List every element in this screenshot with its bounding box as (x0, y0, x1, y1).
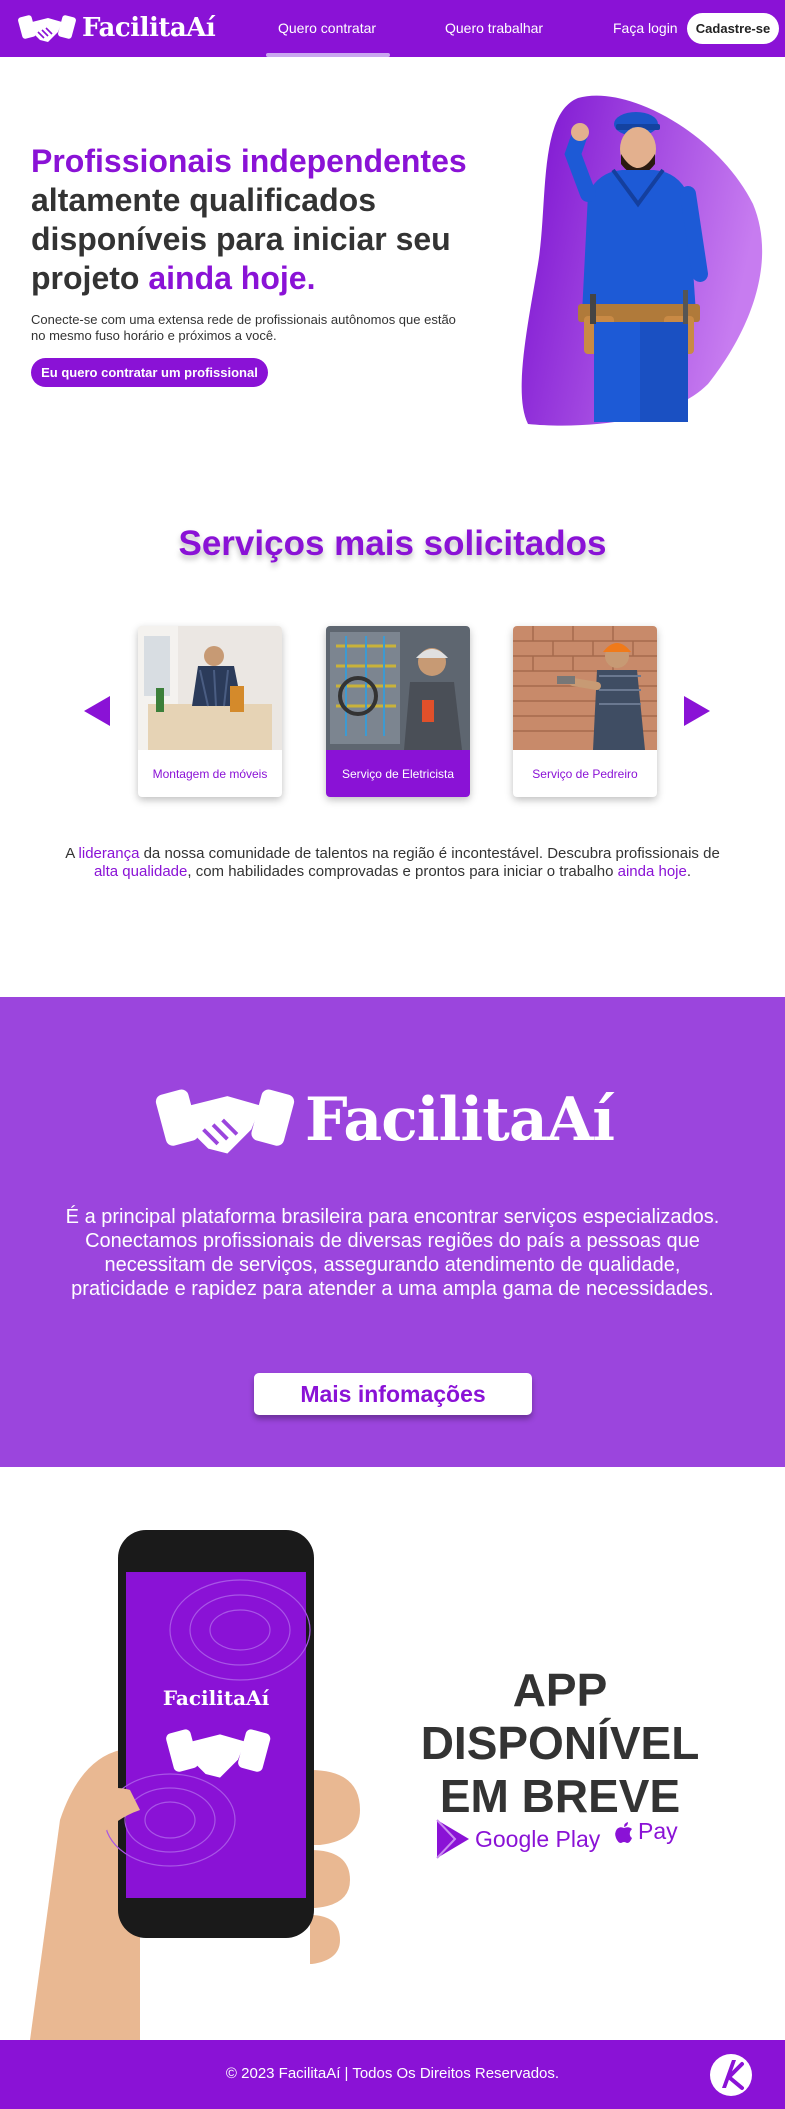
about-logo: FacilitaAí (155, 1077, 615, 1163)
carousel-prev-arrow-icon[interactable] (84, 696, 110, 726)
desc-highlight: liderança (78, 845, 140, 862)
service-card-mason[interactable]: Serviço de Pedreiro (513, 626, 657, 797)
hero-title-end: ainda hoje. (148, 260, 316, 296)
apple-icon (615, 1821, 632, 1843)
service-card-label: Montagem de móveis (152, 766, 268, 781)
nav-link-hire[interactable]: Quero contratar (278, 20, 376, 36)
desc-text: A (65, 845, 79, 862)
more-info-button[interactable]: Mais infomações (254, 1373, 532, 1415)
service-card-label: Serviço de Eletricista (326, 750, 470, 797)
mason-image (513, 626, 657, 750)
service-card-furniture[interactable]: Montagem de móveis (138, 626, 282, 797)
top-navbar: FacilitaAí Quero contratar Quero trabalh… (0, 0, 785, 57)
footer-copyright: © 2023 FacilitaAí | Todos Os Direitos Re… (225, 2065, 560, 2082)
desc-text: . (686, 863, 692, 880)
handshake-icon (155, 1089, 295, 1154)
service-card-label: Serviço de Pedreiro (532, 766, 638, 781)
nav-link-login[interactable]: Faça login (613, 20, 678, 36)
furniture-assembly-image (138, 626, 282, 750)
about-section: FacilitaAí É a principal plataforma bras… (0, 997, 785, 1467)
google-play-label: Google Play (475, 1825, 601, 1852)
google-play-icon (436, 1819, 469, 1859)
hire-professional-button[interactable]: Eu quero contratar um profissional (31, 358, 268, 387)
footer: © 2023 FacilitaAí | Todos Os Direitos Re… (0, 2040, 785, 2109)
services-description: A liderança da nossa comunidade de talen… (0, 845, 785, 881)
handshake-icon (18, 15, 76, 42)
nav-active-indicator (266, 53, 390, 57)
phone-brand-text: FacilitaAí (163, 1686, 270, 1710)
desc-highlight: alta qualidade (93, 863, 188, 880)
phone-mockup-image: FacilitaAí (30, 1530, 360, 2040)
electrician-image (326, 626, 470, 750)
apple-pay-label: Pay (638, 1818, 678, 1844)
service-card-electrician[interactable]: Serviço de Eletricista (326, 626, 470, 797)
brand-mark-icon[interactable] (708, 2052, 754, 2098)
hero-title: Profissionais independentes altamente qu… (31, 142, 491, 298)
apple-pay-badge[interactable]: Pay (614, 1818, 678, 1845)
brand-name: FacilitaAí (82, 13, 216, 43)
services-title: Serviços mais solicitados (178, 524, 607, 563)
desc-text: da nossa comunidade de talentos na regiã… (139, 845, 720, 862)
brand-logo[interactable]: FacilitaAí (18, 10, 216, 46)
desc-highlight: ainda hoje (617, 863, 687, 880)
nav-link-work[interactable]: Quero trabalhar (445, 20, 543, 36)
hero-worker-image (521, 95, 763, 426)
desc-text: , com habilidades comprovadas e prontos … (187, 863, 618, 880)
about-text: É a principal plataforma brasileira para… (65, 1206, 720, 1300)
hero-title-highlight: Profissionais independentes (31, 143, 467, 179)
app-coming-soon-title: APP DISPONÍVEL EM BREVE (420, 1664, 700, 1822)
about-brand-name: FacilitaAí (305, 1085, 615, 1155)
signup-button[interactable]: Cadastre-se (687, 13, 779, 44)
carousel-next-arrow-icon[interactable] (684, 696, 710, 726)
hero-subtitle: Conecte-se com uma extensa rede de profi… (31, 312, 456, 343)
google-play-badge[interactable]: Google Play (435, 1818, 600, 1860)
